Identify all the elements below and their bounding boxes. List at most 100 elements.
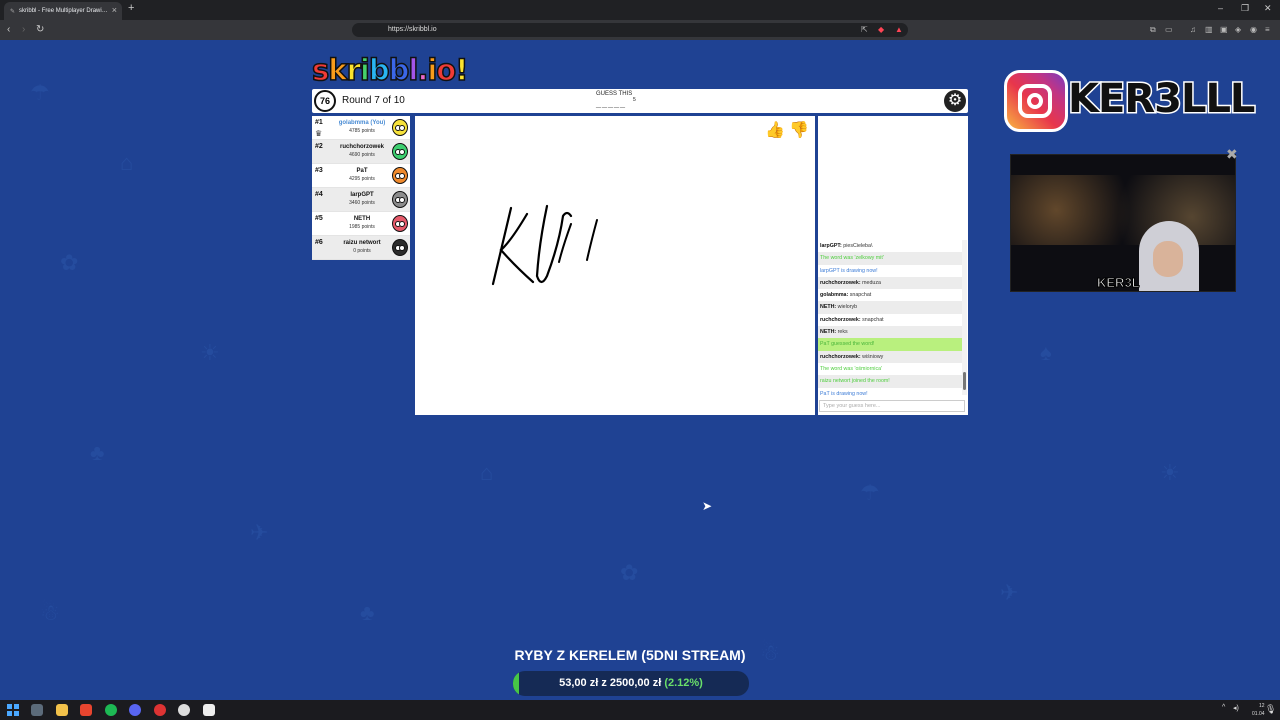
tab-close-icon[interactable]: × <box>112 5 117 15</box>
chat-text: raizu networt joined the room! <box>820 378 890 385</box>
chat-message: ruchchorzowek: snapchat <box>820 316 884 323</box>
clock[interactable]: 12 01.04 <box>1252 702 1265 718</box>
extensions-icon[interactable]: ⧉ <box>1150 25 1156 35</box>
player-name: PaT <box>356 168 368 174</box>
share-icon[interactable]: ⇱ <box>861 25 868 34</box>
round-indicator: Round 7 of 10 <box>342 95 405 106</box>
reader-icon[interactable]: ▭ <box>1165 25 1173 34</box>
volume-icon[interactable]: ◂) <box>1233 704 1239 712</box>
browser-tab[interactable]: ✎ skribbl - Free Multiplayer Drawi… × <box>4 2 122 20</box>
chat-message: raizu networt joined the room! <box>818 375 962 388</box>
chat-text: wiśniowy <box>862 353 884 360</box>
start-icon[interactable] <box>7 704 19 716</box>
background-doodle: ⌂ <box>120 150 134 175</box>
logo-letter: b <box>368 52 390 88</box>
new-tab-icon[interactable]: + <box>128 2 134 14</box>
player-points: 1985 points <box>349 224 375 230</box>
chat-panel: larpGPT: piesCieleba\ The word was 'zelko… <box>818 116 968 415</box>
goal-separator: z <box>601 677 607 689</box>
chat-message: larpGPT is drawing now! <box>818 265 962 277</box>
player-name: NETH <box>353 216 371 222</box>
maximize-icon[interactable]: ❐ <box>1241 3 1249 14</box>
brave-rewards-icon[interactable]: ▲ <box>895 25 903 34</box>
media-icon[interactable]: ♫ <box>1190 25 1196 34</box>
forward-icon[interactable]: › <box>22 24 25 35</box>
chat-text: PaT guessed the word! <box>820 341 875 348</box>
logo-letter: r <box>346 52 362 88</box>
wallet-icon[interactable]: ▣ <box>1220 25 1228 34</box>
player-rank: #4 <box>315 191 323 198</box>
settings-gear-icon[interactable]: ⚙ <box>944 90 966 112</box>
word-hint: _____ <box>596 99 627 109</box>
chat-text: piesCieleba\ <box>843 243 873 249</box>
logo-letter: b <box>388 52 410 88</box>
tray-chevron-icon[interactable]: ^ <box>1222 704 1225 711</box>
player-rank: #5 <box>315 215 323 222</box>
player-row[interactable]: #3 PaT 4295 points <box>312 164 410 188</box>
player-points: 4785 points <box>349 128 375 134</box>
player-row[interactable]: #2 ruchchorzowek 4690 points <box>312 140 410 164</box>
instagram-overlay: KER3LLL <box>1004 68 1257 132</box>
chat-message: golabmma: snapchat <box>820 292 872 299</box>
app2-icon[interactable] <box>203 704 215 716</box>
logo-letter: o <box>436 52 457 88</box>
app-icon[interactable] <box>154 704 166 716</box>
player-row[interactable]: #4 larpGPT 3460 points <box>312 188 410 212</box>
player-rank: #6 <box>315 239 323 246</box>
minimize-icon[interactable]: – <box>1218 3 1223 13</box>
menu-icon[interactable]: ≡ <box>1265 25 1270 34</box>
player-row[interactable]: #6 raizu networt 0 points <box>312 236 410 260</box>
microphone-icon[interactable]: 🎙 <box>1265 704 1276 715</box>
sidebar-icon[interactable]: ▥ <box>1205 25 1213 34</box>
chat-messages: larpGPT: piesCieleba\ The word was 'zelko… <box>818 240 962 400</box>
guess-input[interactable]: Type your guess here... <box>819 400 965 412</box>
chat-scroll-thumb[interactable] <box>963 372 966 390</box>
player-name: golabmma (You) <box>338 120 386 126</box>
background-doodle: ☂ <box>30 80 50 105</box>
chat-user: golabmma <box>820 292 847 299</box>
player-points: 4690 points <box>349 152 375 158</box>
close-window-icon[interactable]: ✕ <box>1264 3 1272 14</box>
player-row[interactable]: #1 golabmma (You) 4785 points ♛ <box>312 116 410 140</box>
chat-user: larpGPT <box>820 243 841 249</box>
streamer-face <box>1153 241 1183 277</box>
clock-time: 12 <box>1258 703 1265 709</box>
chat-text: meduza <box>862 279 881 286</box>
drawing-canvas[interactable]: 👍 👎 <box>415 116 815 415</box>
webcam-background <box>1011 175 1235 245</box>
brave-icon[interactable] <box>80 704 92 716</box>
chat-message: NETH: reks <box>818 326 962 339</box>
player-name: ruchchorzowek <box>339 144 384 150</box>
player-row[interactable]: #5 NETH 1985 points <box>312 212 410 236</box>
spotify-icon[interactable] <box>105 704 117 716</box>
logo-letter: s <box>311 52 330 88</box>
skribbl-logo[interactable]: skribbl.io! <box>311 52 469 88</box>
chat-message: The word was 'zelkowy mit' <box>818 252 962 265</box>
chat-text: wieloryb <box>837 304 858 311</box>
background-doodle: ☀ <box>1160 460 1180 485</box>
back-icon[interactable]: ‹ <box>7 24 10 35</box>
file-explorer-icon[interactable] <box>56 704 68 716</box>
background-doodle: ✿ <box>620 560 639 585</box>
url-text: https://skribbl.io <box>388 26 437 33</box>
background-doodle: ♠ <box>1040 340 1052 365</box>
instagram-icon <box>1004 70 1068 132</box>
player-avatar <box>392 239 408 256</box>
logo-letter: i <box>427 52 438 88</box>
player-points: 3460 points <box>349 200 375 206</box>
webcam-feed: KER3L <box>1010 154 1236 292</box>
brave-shields-icon[interactable]: ◆ <box>878 25 884 34</box>
reload-icon[interactable]: ↻ <box>36 24 44 35</box>
instagram-handle: KER3LLL <box>1066 75 1256 124</box>
profile-icon[interactable]: ◉ <box>1250 25 1257 34</box>
player-avatar <box>392 215 408 232</box>
webcam-label: KER3L <box>1097 275 1141 291</box>
donation-goal-text: 53,00 zł z 2500,00 zł (2.12%) <box>513 671 749 696</box>
donation-goal-title: RYBY Z KERELEM (5DNI STREAM) <box>514 647 746 663</box>
address-bar[interactable]: https://skribbl.io <box>352 23 908 37</box>
player-points: 4295 points <box>349 176 375 182</box>
vpn-icon[interactable]: ◈ <box>1235 25 1241 34</box>
store-icon[interactable] <box>31 704 43 716</box>
obs-icon[interactable] <box>178 704 190 716</box>
discord-icon[interactable] <box>129 704 141 716</box>
